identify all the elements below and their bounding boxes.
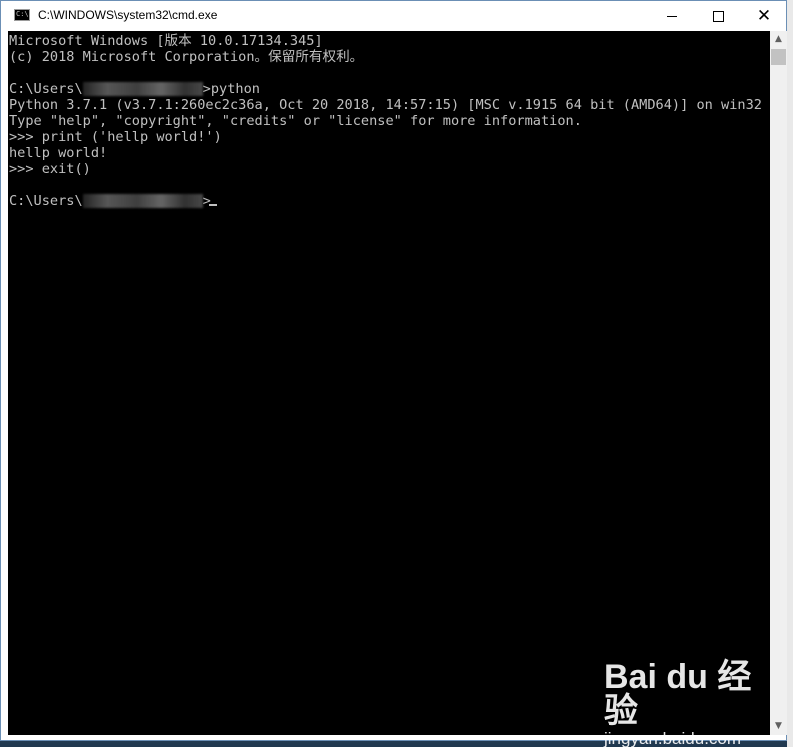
cmd-app-icon[interactable]: C:\	[14, 9, 30, 21]
cmd-window: C:\ C:\WINDOWS\system32\cmd.exe ✕ Micros…	[0, 0, 787, 741]
prompt-path: C:\Users\	[9, 81, 83, 97]
vertical-scrollbar[interactable]: ▲ ▼	[770, 31, 787, 735]
console-output[interactable]: Microsoft Windows [版本 10.0.17134.345] (c…	[8, 31, 770, 735]
baidu-jingyan-watermark: Bai du 经验 jingyan.baidu.com	[604, 658, 754, 748]
console-line: Python 3.7.1 (v3.7.1:260ec2c36a, Oct 20 …	[9, 97, 762, 113]
console-line: Type "help", "copyright", "credits" or "…	[9, 113, 582, 129]
console-line-prompt: C:\Users\ >	[9, 193, 211, 209]
redacted-username	[82, 194, 203, 208]
desktop-background-right	[787, 0, 793, 747]
maximize-button[interactable]	[695, 1, 741, 31]
close-button[interactable]: ✕	[741, 1, 787, 31]
scroll-down-icon[interactable]: ▼	[770, 718, 787, 735]
close-icon: ✕	[756, 6, 772, 26]
prompt-command: >python	[202, 81, 260, 97]
minimize-button[interactable]	[649, 1, 695, 31]
console-line: hellp world!	[9, 145, 108, 161]
prompt-path: C:\Users\	[9, 193, 83, 209]
watermark-logo: Bai du 经验	[604, 658, 752, 730]
console-line-prompt: C:\Users\ >python	[9, 81, 260, 97]
text-cursor	[209, 204, 217, 206]
window-title: C:\WINDOWS\system32\cmd.exe	[38, 8, 218, 22]
minimize-icon	[667, 15, 677, 17]
title-bar[interactable]: C:\ C:\WINDOWS\system32\cmd.exe ✕	[1, 1, 786, 31]
prompt-symbol: >	[202, 193, 211, 209]
scroll-up-icon[interactable]: ▲	[770, 31, 787, 48]
scrollbar-thumb[interactable]	[771, 49, 786, 65]
console-line: Microsoft Windows [版本 10.0.17134.345]	[9, 33, 323, 49]
console-line: >>> exit()	[9, 161, 91, 177]
console-line: (c) 2018 Microsoft Corporation。保留所有权利。	[9, 49, 364, 65]
maximize-icon	[712, 10, 724, 22]
redacted-username	[82, 82, 203, 96]
console-line: >>> print ('hellp world!')	[9, 129, 222, 145]
